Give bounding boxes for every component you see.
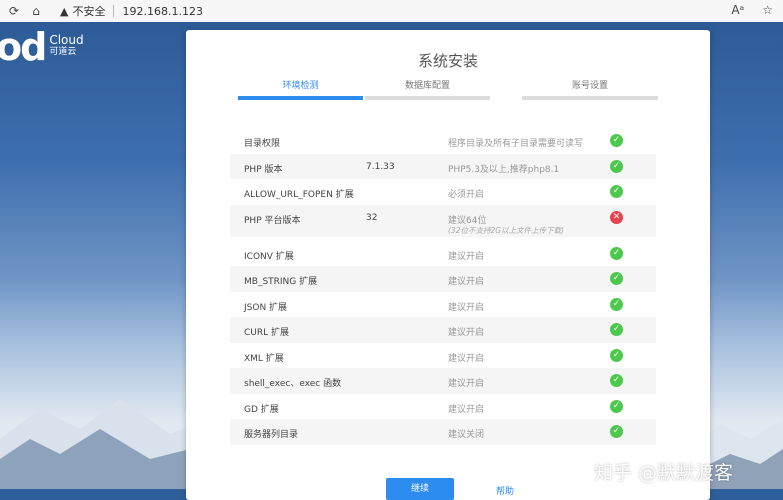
check-desc: 建议开启 [448, 404, 485, 415]
check-name: CURL 扩展 [244, 328, 290, 338]
check-desc: 建议开启 [448, 379, 485, 389]
check-name: MB_STRING 扩展 [244, 277, 318, 287]
check-desc: 建议开启 [448, 302, 485, 313]
security-warning[interactable]: ▲ 不安全 [60, 3, 105, 19]
check-name: ICONV 扩展 [244, 251, 294, 262]
check-desc: 必须开启 [448, 190, 485, 200]
browser-actions: Aᵃ ☆ [731, 3, 773, 17]
check-value: 32 [366, 212, 378, 223]
install-card: 系统安装 环境检测 数据库配置 账号设置 目录权限 程序目录及所有子目录需要可读… [186, 30, 710, 500]
watermark: 知乎 @默默渡客 [594, 462, 734, 484]
check-table: 目录权限 程序目录及所有子目录需要可读写 ✓ PHP 版本 7.1.33 PHP… [230, 128, 656, 445]
warning-icon: ▲ [60, 4, 69, 18]
read-aloud-icon[interactable]: Aᵃ [731, 3, 744, 17]
check-name: GD 扩展 [244, 404, 279, 415]
refresh-icon[interactable]: ⟳ [6, 3, 22, 19]
check-name: shell_exec、exec 函数 [244, 379, 342, 389]
tab-database[interactable]: 数据库配置 [365, 78, 490, 100]
check-ok-icon: ✓ [610, 348, 623, 362]
check-desc: 建议开启 [448, 353, 485, 364]
table-row: ICONV 扩展 建议开启 ✓ [230, 241, 656, 267]
table-row: GD 扩展 建议开启 ✓ [230, 394, 656, 420]
step-progress [365, 96, 490, 100]
check-ok-icon: ✓ [610, 134, 623, 147]
step-progress [238, 96, 363, 100]
logo-line2: 可道云 [49, 47, 77, 57]
page-title: 系统安装 [417, 52, 478, 70]
check-name: 目录权限 [244, 139, 281, 149]
check-desc: 建议开启 [448, 328, 485, 338]
logo-line1: Cloud [49, 33, 84, 47]
table-row: JSON 扩展 建议开启 ✓ [230, 292, 656, 318]
tab-env-check[interactable]: 环境检测 [238, 78, 363, 100]
check-name: JSON 扩展 [244, 302, 288, 313]
check-value: 7.1.33 [366, 161, 395, 172]
check-name: 服务器列目录 [244, 430, 299, 440]
check-desc: 程序目录及所有子目录需要可读写 [448, 139, 584, 149]
address-bar[interactable]: 192.168.1.123 [122, 5, 202, 18]
tab-account[interactable]: 账号设置 [522, 78, 658, 100]
table-row: CURL 扩展 建议开启 ✓ [230, 317, 656, 343]
check-name: PHP 平台版本 [244, 215, 301, 226]
help-link[interactable]: 帮助 [496, 484, 514, 497]
step-progress [522, 96, 658, 100]
check-desc: 建议关闭 [448, 430, 485, 440]
check-ok-icon: ✓ [610, 297, 623, 311]
table-row: PHP 平台版本 32 建议64位 (32位不支持2G以上文件上传下载) ✕ [230, 204, 656, 237]
check-fail-icon: ✕ [610, 210, 623, 224]
check-name: ALLOW_URL_FOPEN 扩展 [244, 190, 354, 200]
divider [113, 5, 115, 17]
favorite-star-icon[interactable]: ☆ [762, 3, 773, 17]
check-ok-icon: ✓ [610, 185, 623, 198]
check-ok-icon: ✓ [610, 399, 623, 413]
step-label: 数据库配置 [404, 81, 450, 91]
check-desc: PHP5.3及以上,推荐php8.1 [448, 164, 560, 175]
table-row: ALLOW_URL_FOPEN 扩展 必须开启 ✓ [230, 179, 656, 205]
logo-mark: od [0, 25, 47, 69]
home-icon[interactable]: ⌂ [28, 3, 44, 19]
step-label: 账号设置 [571, 81, 608, 91]
check-note: (32位不支持2G以上文件上传下载) [448, 225, 564, 235]
check-ok-icon: ✓ [610, 425, 623, 438]
check-ok-icon: ✓ [610, 272, 623, 285]
check-desc: 建议开启 [448, 251, 485, 262]
check-ok-icon: ✓ [610, 323, 623, 336]
table-row: MB_STRING 扩展 建议开启 ✓ [230, 266, 656, 292]
check-name: PHP 版本 [244, 164, 283, 175]
step-label: 环境检测 [282, 81, 319, 91]
check-ok-icon: ✓ [610, 246, 623, 260]
table-row: 目录权限 程序目录及所有子目录需要可读写 ✓ [230, 128, 656, 154]
check-ok-icon: ✓ [610, 159, 623, 173]
table-row: XML 扩展 建议开启 ✓ [230, 343, 656, 369]
table-row: PHP 版本 7.1.33 PHP5.3及以上,推荐php8.1 ✓ [230, 153, 656, 179]
table-row: 服务器列目录 建议关闭 ✓ [230, 419, 656, 445]
check-desc: 建议开启 [448, 277, 485, 287]
next-button[interactable]: 继续 [386, 478, 454, 500]
brand-logo: od Cloud 可道云 [0, 25, 84, 69]
security-label: 不安全 [72, 5, 106, 18]
check-ok-icon: ✓ [610, 374, 623, 387]
check-name: XML 扩展 [244, 353, 284, 364]
table-row: shell_exec、exec 函数 建议开启 ✓ [230, 368, 656, 394]
logo-text: Cloud 可道云 [49, 34, 83, 58]
browser-bar: ⟳ ⌂ ▲ 不安全 192.168.1.123 Aᵃ ☆ [0, 0, 783, 23]
